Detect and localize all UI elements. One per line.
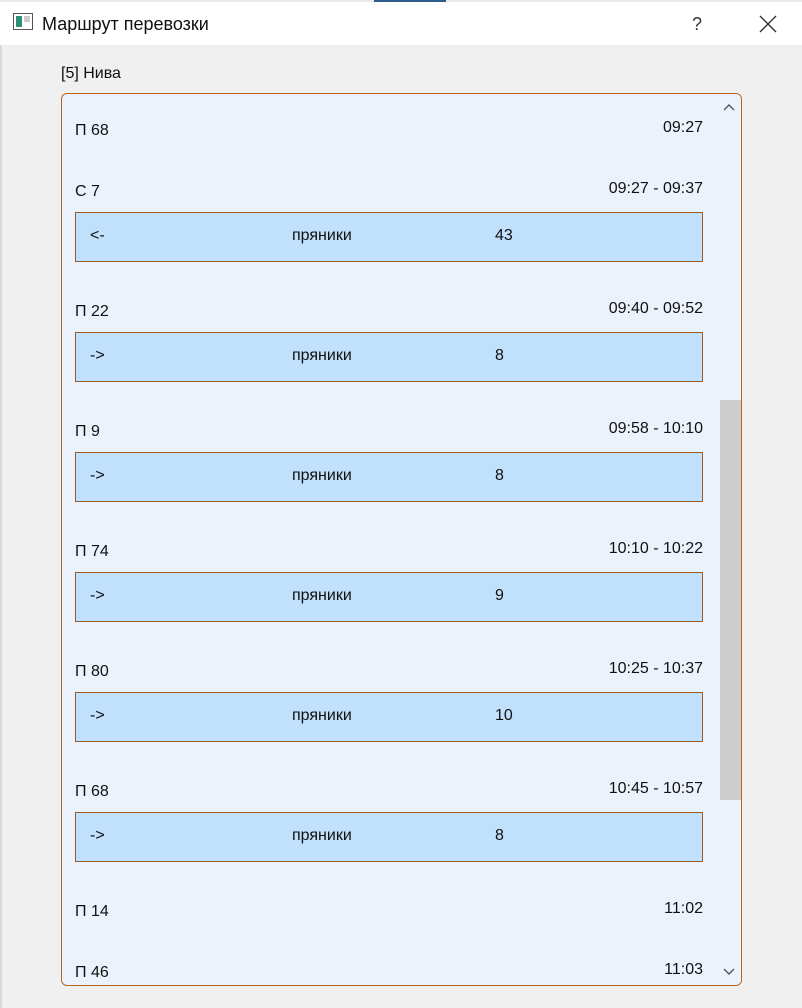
stop-name: П 46: [75, 964, 109, 981]
route-stop: П 68 10:45 - 10:57 -> пряники 8: [75, 754, 703, 874]
cargo-operation-row[interactable]: -> пряники 8: [75, 452, 703, 502]
route-list-content: П 68 09:27 С 7 09:27 - 09:37 <- пряники …: [75, 94, 703, 985]
window-title: Маршрут перевозки: [42, 14, 209, 34]
stop-name: П 22: [75, 303, 109, 320]
direction-label: ->: [90, 347, 105, 364]
cargo-name: пряники: [292, 707, 352, 724]
direction-label: ->: [90, 587, 105, 604]
direction-label: ->: [90, 707, 105, 724]
stop-time: 09:27 - 09:37: [608, 180, 703, 197]
stop-name: П 80: [75, 663, 109, 680]
stop-time: 11:02: [664, 900, 703, 917]
title-bar: Маршрут перевозки ?: [0, 2, 802, 45]
stop-time: 10:10 - 10:22: [608, 540, 703, 557]
cargo-quantity: 10: [495, 707, 513, 724]
cargo-quantity: 43: [495, 227, 513, 244]
stop-time: 10:25 - 10:37: [608, 660, 703, 677]
stop-name: П 9: [75, 423, 100, 440]
help-button[interactable]: ?: [676, 4, 718, 44]
cargo-operation-row[interactable]: -> пряники 8: [75, 332, 703, 382]
stop-name: П 14: [75, 903, 109, 920]
cargo-name: пряники: [292, 347, 352, 364]
cargo-quantity: 8: [495, 347, 504, 364]
chevron-down-icon[interactable]: [723, 968, 735, 976]
route-stop: П 22 09:40 - 09:52 -> пряники 8: [75, 274, 703, 394]
stop-name: П 74: [75, 543, 109, 560]
app-window-icon: [13, 13, 33, 30]
route-list[interactable]: П 68 09:27 С 7 09:27 - 09:37 <- пряники …: [61, 93, 742, 986]
route-stop: П 74 10:10 - 10:22 -> пряники 9: [75, 514, 703, 634]
route-stop: П 80 10:25 - 10:37 -> пряники 10: [75, 634, 703, 754]
stop-name: С 7: [75, 183, 100, 200]
chevron-up-icon[interactable]: [723, 103, 735, 111]
route-stop: П 68 09:27: [75, 94, 703, 154]
cargo-quantity: 9: [495, 587, 504, 604]
stop-name: П 68: [75, 122, 109, 139]
close-icon: [759, 15, 777, 33]
stop-time: 09:27: [662, 119, 703, 136]
vehicle-label: [5] Нива: [61, 65, 121, 82]
direction-label: <-: [90, 227, 105, 244]
stop-time: 09:40 - 09:52: [608, 300, 703, 317]
cargo-operation-row[interactable]: <- пряники 43: [75, 212, 703, 262]
cargo-quantity: 8: [495, 467, 504, 484]
cargo-operation-row[interactable]: -> пряники 10: [75, 692, 703, 742]
window-edge: [0, 45, 2, 1008]
cargo-name: пряники: [292, 827, 352, 844]
vertical-scrollbar[interactable]: [717, 94, 741, 985]
stop-name: П 68: [75, 783, 109, 800]
stop-time: 09:58 - 10:10: [608, 420, 703, 437]
cargo-name: пряники: [292, 467, 352, 484]
cargo-name: пряники: [292, 227, 352, 244]
stop-time: 11:03: [664, 961, 703, 978]
route-stop: П 46 11:03: [75, 934, 703, 985]
cargo-operation-row[interactable]: -> пряники 9: [75, 572, 703, 622]
scrollbar-thumb[interactable]: [720, 400, 741, 800]
direction-label: ->: [90, 827, 105, 844]
stop-time: 10:45 - 10:57: [608, 780, 703, 797]
cargo-name: пряники: [292, 587, 352, 604]
direction-label: ->: [90, 467, 105, 484]
cargo-quantity: 8: [495, 827, 504, 844]
cargo-operation-row[interactable]: -> пряники 8: [75, 812, 703, 862]
route-stop: П 14 11:02: [75, 874, 703, 934]
close-button[interactable]: [745, 4, 791, 44]
route-stop: С 7 09:27 - 09:37 <- пряники 43: [75, 154, 703, 274]
route-stop: П 9 09:58 - 10:10 -> пряники 8: [75, 394, 703, 514]
